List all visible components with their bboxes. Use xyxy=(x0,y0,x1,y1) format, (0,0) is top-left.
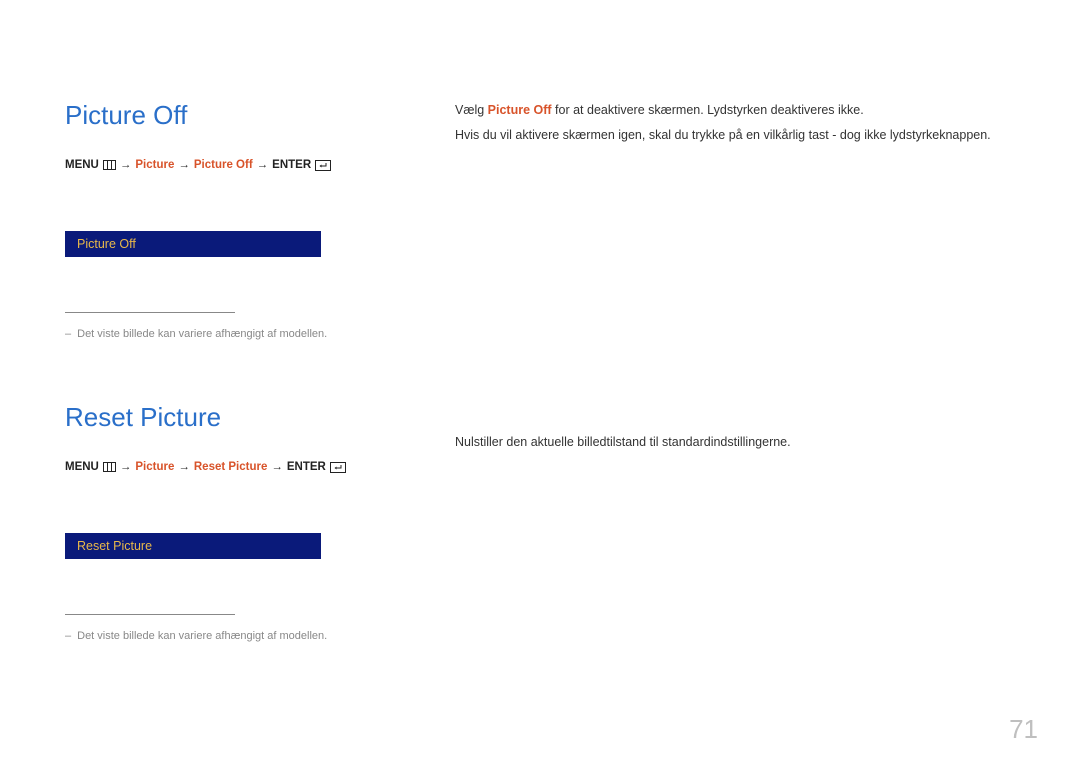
desc-post: for at deaktivere skærmen. Lydstyrken de… xyxy=(552,103,864,117)
breadcrumb-enter-label: ENTER xyxy=(272,159,311,171)
breadcrumb-picture-off: MENU → Picture → Picture Off → ENTER xyxy=(65,159,395,171)
arrow-icon: → xyxy=(120,159,132,171)
breadcrumb-step-picture: Picture xyxy=(135,461,174,473)
left-column: Picture Off MENU → Picture → Picture Off… xyxy=(65,100,395,705)
section-heading-picture-off: Picture Off xyxy=(65,100,395,131)
divider xyxy=(65,312,235,313)
description-line2: Hvis du vil aktivere skærmen igen, skal … xyxy=(455,125,1015,146)
description-picture-off: Vælg Picture Off for at deaktivere skærm… xyxy=(455,100,1015,147)
breadcrumb-reset-picture: MENU → Picture → Reset Picture → ENTER xyxy=(65,461,395,473)
note-text: Det viste billede kan variere afhængigt … xyxy=(77,328,327,340)
arrow-icon: → xyxy=(120,461,132,473)
document-page: Picture Off MENU → Picture → Picture Off… xyxy=(0,0,1080,745)
ui-label: Reset Picture xyxy=(77,539,152,553)
reset-picture-section: Reset Picture MENU → Picture → Reset Pic… xyxy=(65,402,395,644)
description-line1: Vælg Picture Off for at deaktivere skærm… xyxy=(455,100,1015,121)
enter-icon xyxy=(315,160,331,171)
breadcrumb-menu-label: MENU xyxy=(65,461,99,473)
note-dash: – xyxy=(65,630,71,642)
arrow-icon: → xyxy=(178,461,190,473)
page-number: 71 xyxy=(1009,714,1038,745)
breadcrumb-step-picture-off: Picture Off xyxy=(194,159,253,171)
note-text: Det viste billede kan variere afhængigt … xyxy=(77,630,327,642)
arrow-icon: → xyxy=(178,159,190,171)
section-heading-reset-picture: Reset Picture xyxy=(65,402,395,433)
divider xyxy=(65,614,235,615)
picture-off-section: Picture Off MENU → Picture → Picture Off… xyxy=(65,100,395,342)
breadcrumb-menu-label: MENU xyxy=(65,159,99,171)
desc-pre: Vælg xyxy=(455,103,488,117)
ui-highlight-picture-off: Picture Off xyxy=(65,231,321,257)
right-column: Vælg Picture Off for at deaktivere skærm… xyxy=(455,100,1015,705)
breadcrumb-step-reset-picture: Reset Picture xyxy=(194,461,268,473)
enter-icon xyxy=(330,462,346,473)
arrow-icon: → xyxy=(257,159,269,171)
description-reset-picture: Nulstiller den aktuelle billedtilstand t… xyxy=(455,432,1015,453)
menu-icon xyxy=(103,462,116,472)
breadcrumb-enter-label: ENTER xyxy=(287,461,326,473)
note-picture-off: –Det viste billede kan variere afhængigt… xyxy=(65,327,395,342)
menu-icon xyxy=(103,160,116,170)
ui-highlight-reset-picture: Reset Picture xyxy=(65,533,321,559)
note-reset-picture: –Det viste billede kan variere afhængigt… xyxy=(65,629,395,644)
description-line: Nulstiller den aktuelle billedtilstand t… xyxy=(455,432,1015,453)
breadcrumb-step-picture: Picture xyxy=(135,159,174,171)
note-dash: – xyxy=(65,328,71,340)
desc-accent: Picture Off xyxy=(488,103,552,117)
arrow-icon: → xyxy=(271,461,283,473)
ui-label: Picture Off xyxy=(77,237,136,251)
